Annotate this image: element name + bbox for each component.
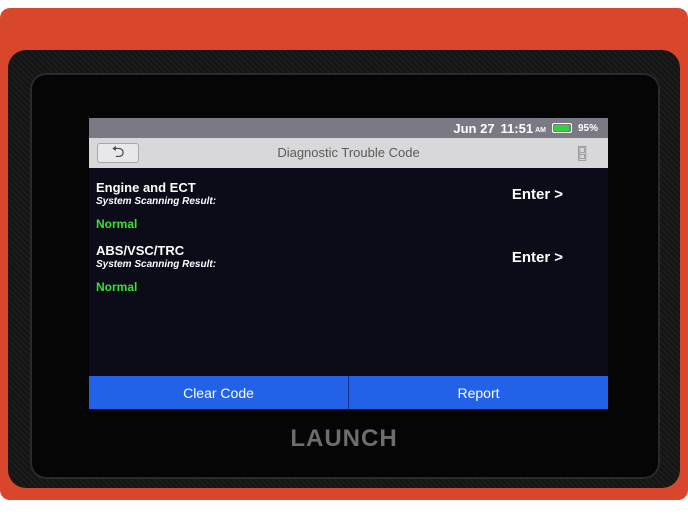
system-status: Normal <box>96 280 138 294</box>
list-item-engine: Engine and ECT System Scanning Result: N… <box>89 168 608 231</box>
report-button[interactable]: Report <box>348 376 608 409</box>
status-time: 11:51 <box>500 120 534 136</box>
status-right: Jun 27 11:51 AM 95% <box>453 119 598 137</box>
system-subtitle: System Scanning Result: <box>96 259 217 270</box>
enter-link-engine[interactable]: Enter > <box>512 186 563 203</box>
bottom-action-bar: Clear Code Report <box>89 376 608 409</box>
exit-button[interactable]: 🚪︎ <box>568 143 596 163</box>
system-name: Engine and ECT <box>96 180 196 195</box>
enter-label: Enter <box>511 249 551 266</box>
status-ampm: AM <box>535 126 546 134</box>
battery-percent: 95% <box>577 122 598 134</box>
brand-logo: LAUNCH <box>290 425 398 452</box>
scanner-screen: Jun 27 11:51 AM 95% ⮌ Diagnostic Trouble… <box>89 118 608 410</box>
exit-icon: 🚪︎ <box>573 144 591 161</box>
enter-label: Enter <box>511 186 551 203</box>
clear-code-button[interactable]: Clear Code <box>89 376 348 409</box>
system-list: Engine and ECT System Scanning Result: N… <box>89 168 608 376</box>
chevron-right-icon: > <box>554 249 563 266</box>
status-date: Jun 27 <box>453 120 495 136</box>
chevron-right-icon: > <box>554 186 563 203</box>
list-item-abs: ABS/VSC/TRC System Scanning Result: Norm… <box>89 231 608 294</box>
enter-link-abs[interactable]: Enter > <box>512 249 563 266</box>
status-bar: Jun 27 11:51 AM 95% <box>89 118 608 138</box>
system-name: ABS/VSC/TRC <box>96 243 185 258</box>
title-bar: ⮌ Diagnostic Trouble Code 🚪︎ <box>89 138 608 168</box>
battery-icon <box>551 123 572 133</box>
system-subtitle: System Scanning Result: <box>96 196 217 207</box>
system-status: Normal <box>96 217 138 231</box>
page-title: Diagnostic Trouble Code <box>277 145 420 160</box>
